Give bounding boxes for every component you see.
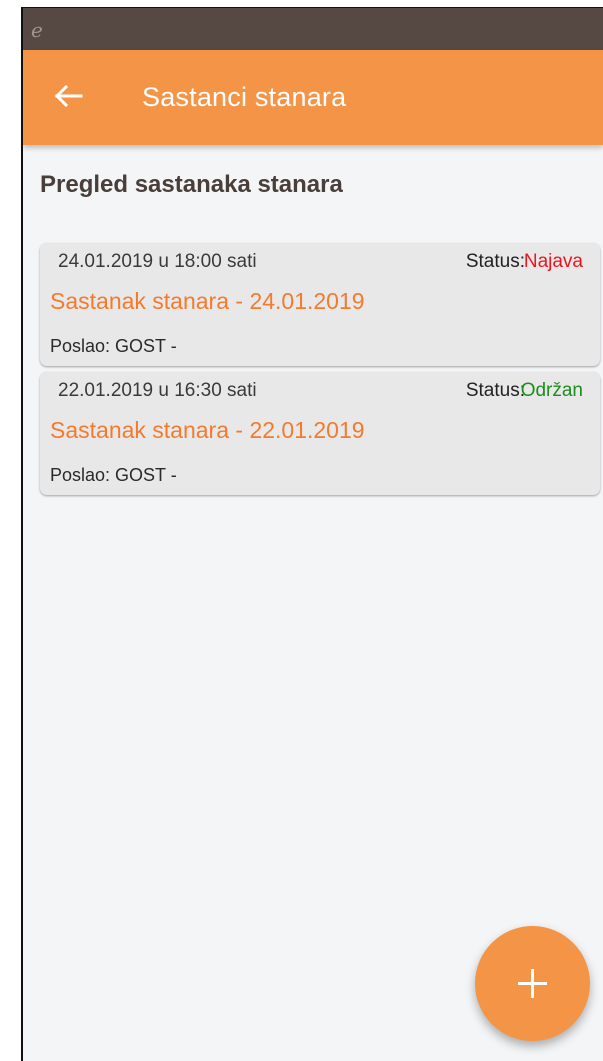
status-badge: Najava (523, 251, 583, 272)
status-badge: Održan (520, 380, 583, 401)
meeting-title: Sastanak stanara - 22.01.2019 (50, 417, 365, 443)
meeting-sender: Poslao: GOST - (50, 336, 177, 356)
status-label: Status: (465, 251, 525, 272)
app-bar: Sastanci stanara (23, 50, 603, 145)
meeting-datetime: 24.01.2019 u 18:00 sati (58, 251, 257, 272)
app-bar-title: Sastanci stanara (142, 82, 347, 112)
status-bar: e (23, 8, 603, 50)
arrow-left-icon (54, 84, 83, 108)
meeting-title: Sastanak stanara - 24.01.2019 (50, 288, 365, 314)
meeting-card[interactable]: 22.01.2019 u 16:30 sati Status: Održan S… (40, 372, 600, 495)
plus-icon (518, 969, 547, 998)
notification-app-icon: e (31, 18, 43, 42)
meeting-sender: Poslao: GOST - (50, 465, 177, 485)
meeting-datetime: 22.01.2019 u 16:30 sati (58, 380, 257, 401)
app-screen: e Sastanci stanara Pregled sastanaka sta… (21, 7, 603, 1061)
page-heading: Pregled sastanaka stanara (40, 171, 343, 198)
meeting-card[interactable]: 24.01.2019 u 18:00 sati Status: Najava S… (40, 243, 600, 366)
back-button[interactable] (49, 76, 89, 116)
status-label: Status: (465, 380, 525, 401)
add-meeting-button[interactable] (475, 926, 590, 1041)
